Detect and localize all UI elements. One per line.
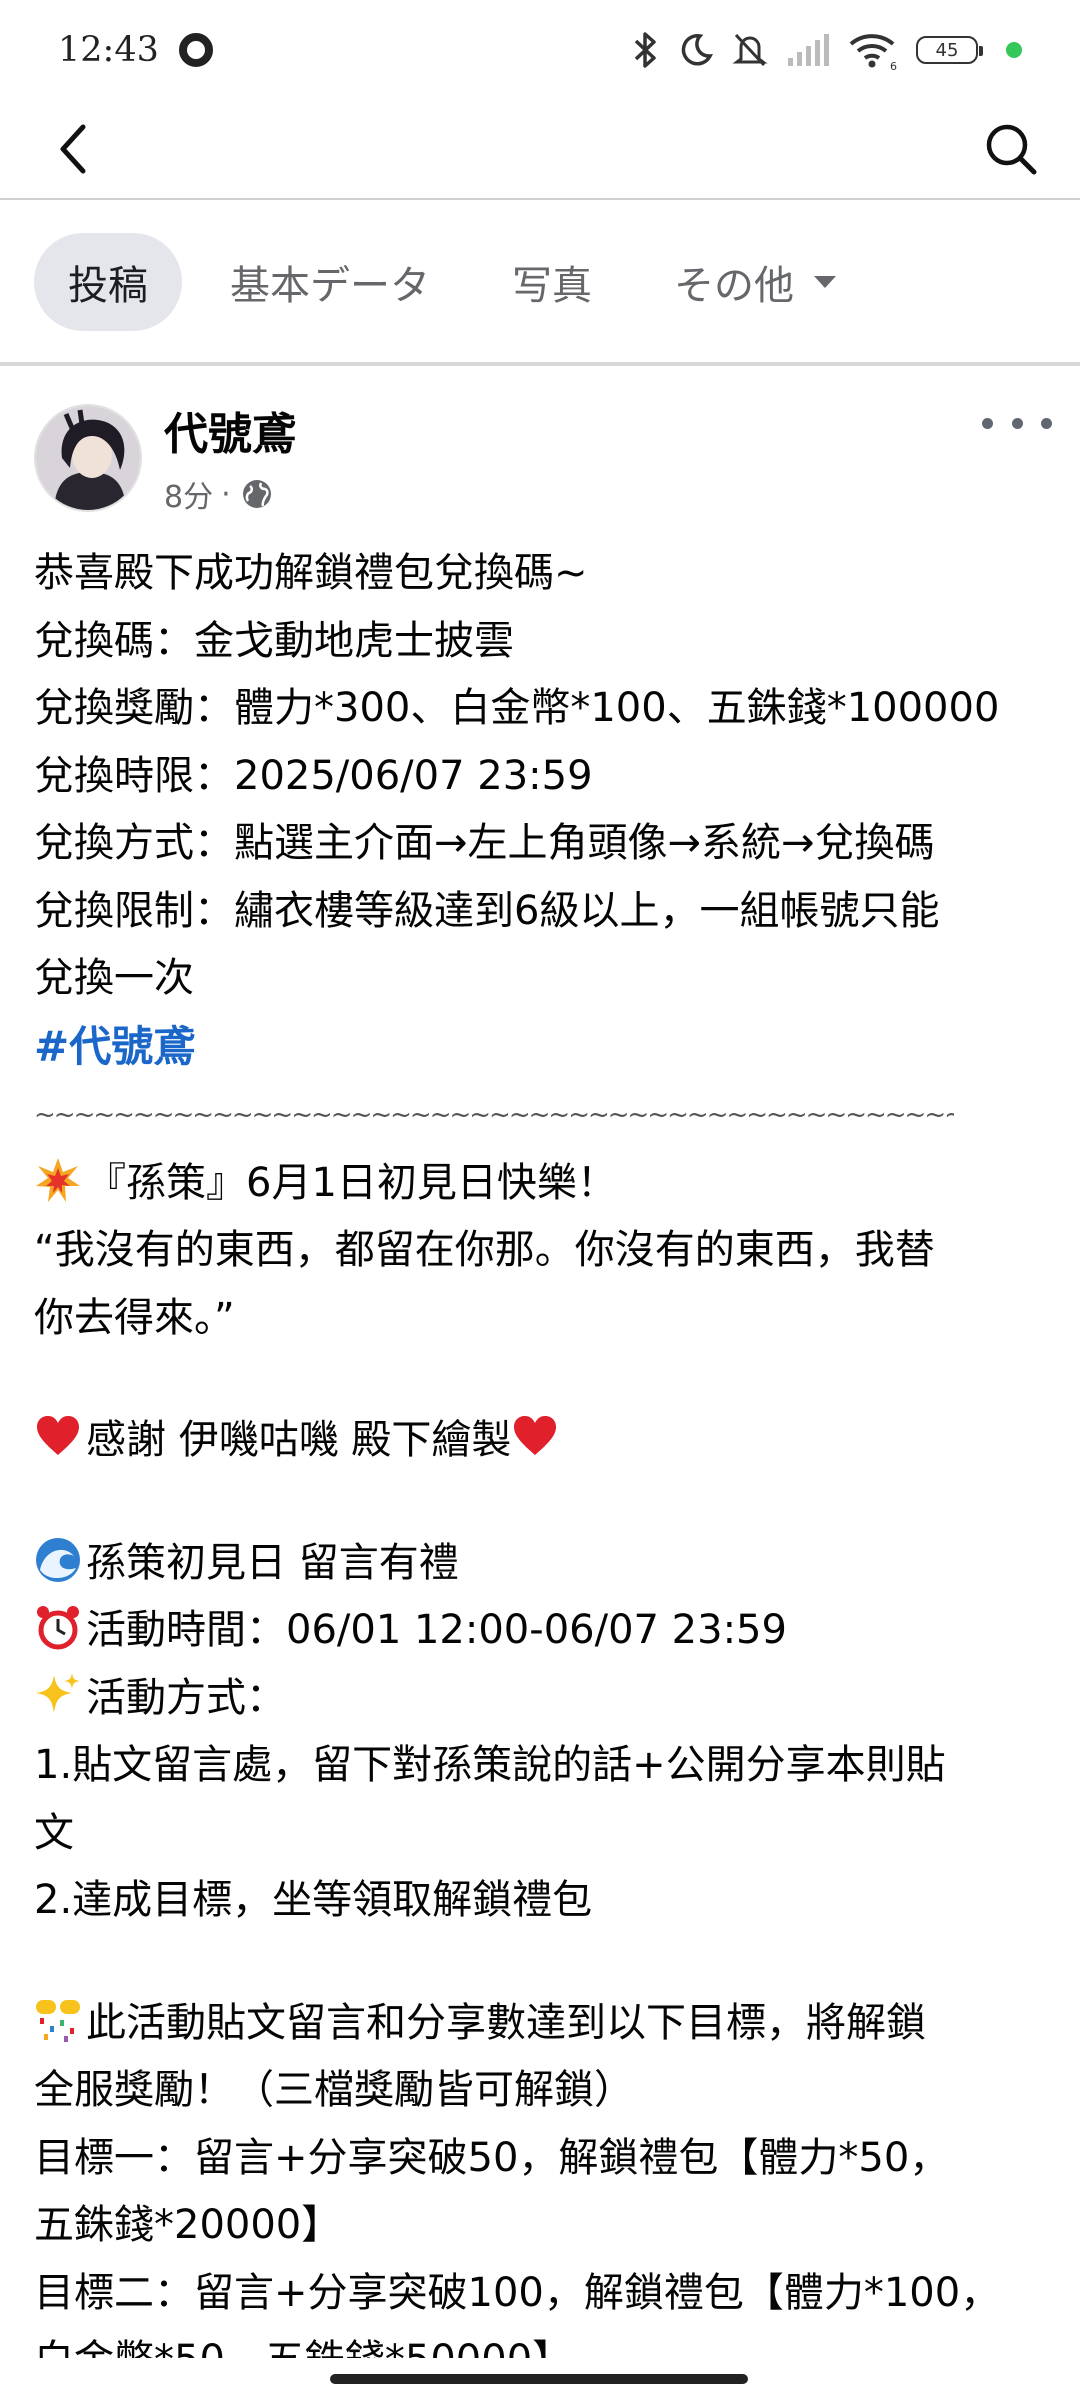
tab-photos[interactable]: 写真 xyxy=(478,233,626,331)
post-card: 代號鳶 8分 · 恭喜殿下成功解鎖禮包兌換碼~ 兌換碼：金戈動地虎士披雲 兌換獎… xyxy=(0,368,1080,2358)
event-time: 活動時間：06/01 12:00-06/07 23:59 xyxy=(86,1607,787,1653)
status-time: 12:43 xyxy=(58,30,159,70)
post-line: 恭喜殿下成功解鎖禮包兌換碼~ xyxy=(34,550,588,596)
text-divider: ~~~~~~~~~~~~~~~~~~~~~~~~~~~~~~~~~~~~~~~~… xyxy=(34,1100,954,1130)
event-title: 孫策初見日 留言有禮 xyxy=(86,1539,459,1586)
back-arrow-icon xyxy=(60,124,86,174)
wifi-label: 6 xyxy=(890,60,897,70)
post-line: 此活動貼文留言和分享數達到以下目標，將解鎖 xyxy=(34,1990,1064,2058)
hashtag-link[interactable]: #代號鳶 xyxy=(34,1022,195,1071)
globe-icon xyxy=(242,480,271,508)
moon-icon xyxy=(681,34,713,66)
post-meta: 8分 · xyxy=(164,472,273,516)
bluetooth-icon xyxy=(634,32,656,68)
post-line: 兌換一次 xyxy=(34,955,194,1001)
birthday-line: 『孫策』6月1日初見日快樂！ xyxy=(86,1159,617,1206)
gesture-nav-handle[interactable] xyxy=(330,2374,748,2384)
battery-indicator: 45 xyxy=(916,36,983,64)
wifi-icon: 6 xyxy=(849,34,897,70)
signal-icon xyxy=(788,34,829,66)
goal-2a: 目標二：留言+分享突破100，解鎖禮包【體力*100， xyxy=(34,2269,1001,2316)
bell-off-icon xyxy=(732,33,768,67)
alarm-clock-icon xyxy=(37,1606,79,1650)
search-icon xyxy=(986,124,1037,175)
step-1b: 文 xyxy=(34,1809,74,1856)
tab-posts[interactable]: 投稿 xyxy=(34,233,182,331)
collision-emoji-icon xyxy=(36,1157,80,1202)
avatar[interactable] xyxy=(34,404,142,512)
dot-icon xyxy=(1011,417,1023,429)
sparkles-icon xyxy=(36,1672,80,1713)
post-time[interactable]: 8分 xyxy=(164,472,213,516)
meta-separator: · xyxy=(221,476,231,512)
quote-line-1: “我沒有的東西，都留在你那。你沒有的東西，我替 xyxy=(34,1227,935,1273)
goal-intro-2: 全服獎勵！（三檔獎勵皆可解鎖） xyxy=(34,2067,634,2113)
goal-1a: 目標一：留言+分享突破50，解鎖禮包【體力*50， xyxy=(34,2134,950,2181)
status-icons: 6 45 xyxy=(630,30,1022,70)
screen-record-icon xyxy=(178,33,213,67)
tab-more[interactable]: その他 xyxy=(640,233,870,331)
red-heart-icon xyxy=(37,1416,79,1455)
post-line: 孫策初見日 留言有禮 xyxy=(34,1530,1064,1598)
post-line: 兌換獎勵：體力*300、白金幣*100、五銖錢*100000 xyxy=(34,685,1000,731)
thanks-text: 感謝 伊嘰咕嘰 殿下繪製 xyxy=(86,1417,512,1463)
status-bar: 12:43 6 45 xyxy=(0,0,1080,100)
profile-tabs: 投稿 基本データ 写真 その他 xyxy=(0,202,1080,366)
post-author[interactable]: 代號鳶 xyxy=(164,398,296,462)
red-heart-icon xyxy=(514,1416,557,1455)
post-more-button[interactable] xyxy=(982,408,1052,438)
dot-icon xyxy=(982,417,993,429)
step-1a: 1.貼文留言處，留下對孫策說的話+公開分享本則貼 xyxy=(34,1742,946,1788)
post-line: 兌換方式：點選主介面→左上角頭像→系統→兌換碼 xyxy=(34,820,935,866)
post-line: 活動時間：06/01 12:00-06/07 23:59 xyxy=(34,1597,1064,1665)
goal-1b: 五銖錢*20000】 xyxy=(34,2202,342,2248)
caret-down-icon xyxy=(814,276,836,288)
water-wave-icon xyxy=(36,1537,80,1582)
dot-icon xyxy=(1041,417,1052,429)
search-button[interactable] xyxy=(976,114,1046,184)
post-line: 活動方式： xyxy=(34,1665,1064,1733)
step-2: 2.達成目標，坐等領取解鎖禮包 xyxy=(34,1877,593,1923)
party-popper-icon xyxy=(36,1999,80,2042)
post-line: 感謝 伊嘰咕嘰 殿下繪製 xyxy=(34,1407,1064,1475)
quote-line-2: 你去得來。” xyxy=(34,1294,235,1341)
avatar-illustration xyxy=(36,406,140,510)
tab-about[interactable]: 基本データ xyxy=(196,233,464,331)
tab-more-label: その他 xyxy=(674,263,794,309)
privacy-indicator-dot xyxy=(1006,42,1022,58)
back-button[interactable] xyxy=(38,114,108,184)
event-method: 活動方式： xyxy=(86,1674,286,1721)
goal-2b: 白金幣*50，五銖錢*50000】 xyxy=(34,2327,1064,2358)
post-line: 『孫策』6月1日初見日快樂！ xyxy=(34,1150,1064,1218)
post-line: 兌換碼：金戈動地虎士披雲 xyxy=(34,617,514,664)
post-body: 恭喜殿下成功解鎖禮包兌換碼~ 兌換碼：金戈動地虎士披雲 兌換獎勵：體力*300、… xyxy=(34,540,1064,2358)
goal-intro-1: 此活動貼文留言和分享數達到以下目標，將解鎖 xyxy=(86,1999,926,2046)
post-line: 兌換限制：繡衣樓等級達到6級以上，一組帳號只能 xyxy=(34,887,940,934)
post-line: 兌換時限：2025/06/07 23:59 xyxy=(34,752,593,799)
top-app-bar xyxy=(0,100,1080,200)
